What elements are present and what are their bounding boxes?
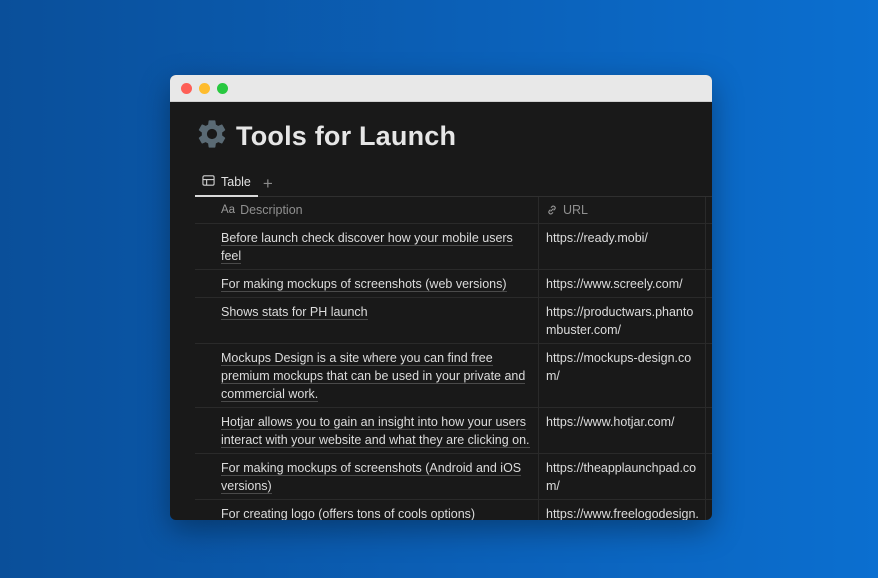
description-cell[interactable]: Hotjar allows you to gain an insight int… bbox=[195, 407, 539, 454]
window-titlebar bbox=[170, 75, 712, 102]
url-cell[interactable]: https://theapplaunchpad.com/ bbox=[538, 453, 706, 500]
url-cell[interactable]: https://ready.mobi/ bbox=[538, 223, 706, 270]
url-cell[interactable]: https://mockups-design.com/ bbox=[538, 343, 706, 408]
url-link[interactable]: https://www.screely.com/ bbox=[546, 277, 683, 291]
description-cell[interactable]: For creating logo (offers tons of cools … bbox=[195, 499, 539, 520]
column-header-url-label: URL bbox=[563, 203, 589, 217]
view-tabs: Table + bbox=[195, 170, 712, 197]
description-cell[interactable]: For making mockups of screenshots (Andro… bbox=[195, 453, 539, 500]
description-text: For making mockups of screenshots (Andro… bbox=[221, 461, 522, 494]
page-header: Tools for Launch bbox=[195, 102, 712, 170]
minimize-window-button[interactable] bbox=[199, 82, 210, 94]
description-cell[interactable]: Mockups Design is a site where you can f… bbox=[195, 343, 539, 408]
page-title: Tools for Launch bbox=[236, 120, 457, 151]
table-row[interactable]: Hotjar allows you to gain an insight int… bbox=[195, 407, 712, 454]
table-row[interactable]: Shows stats for PH launch https://produc… bbox=[195, 297, 712, 344]
extra-cell bbox=[705, 269, 712, 298]
maximize-window-button[interactable] bbox=[217, 82, 228, 94]
extra-cell bbox=[705, 297, 712, 344]
description-cell[interactable]: Before launch check discover how your mo… bbox=[195, 223, 539, 270]
url-link[interactable]: https://productwars.phantombuster.com/ bbox=[546, 305, 693, 337]
description-text: Before launch check discover how your mo… bbox=[221, 231, 513, 264]
link-icon bbox=[546, 204, 558, 216]
description-text: For making mockups of screenshots (web v… bbox=[221, 277, 507, 292]
text-type-icon: Aa bbox=[221, 204, 236, 216]
gear-icon[interactable] bbox=[195, 117, 236, 156]
description-text: Shows stats for PH launch bbox=[221, 305, 368, 320]
url-link[interactable]: https://www.hotjar.com/ bbox=[546, 415, 675, 429]
app-window: Tools for Launch Table + Aa Description bbox=[170, 75, 712, 520]
url-link[interactable]: https://theapplaunchpad.com/ bbox=[546, 461, 696, 493]
url-cell[interactable]: https://www.hotjar.com/ bbox=[538, 407, 706, 454]
add-view-button[interactable]: + bbox=[263, 175, 273, 192]
column-header-description[interactable]: Aa Description bbox=[195, 197, 539, 224]
url-cell[interactable]: https://www.freelogodesign.org/ bbox=[538, 499, 706, 520]
description-cell[interactable]: For making mockups of screenshots (web v… bbox=[195, 269, 539, 298]
extra-cell bbox=[705, 407, 712, 454]
table-header-row: Aa Description URL bbox=[195, 197, 712, 224]
url-link[interactable]: https://mockups-design.com/ bbox=[546, 351, 691, 383]
column-header-description-label: Description bbox=[240, 203, 303, 217]
extra-cell bbox=[705, 223, 712, 270]
url-link[interactable]: https://www.freelogodesign.org/ bbox=[546, 507, 699, 520]
table-row[interactable]: For making mockups of screenshots (web v… bbox=[195, 269, 712, 298]
extra-cell bbox=[705, 499, 712, 520]
table-row[interactable]: Before launch check discover how your mo… bbox=[195, 223, 712, 270]
url-cell[interactable]: https://www.screely.com/ bbox=[538, 269, 706, 298]
description-text: For creating logo (offers tons of cools … bbox=[221, 507, 476, 520]
description-cell[interactable]: Shows stats for PH launch bbox=[195, 297, 539, 344]
page-content: Tools for Launch Table + Aa Description bbox=[170, 102, 712, 520]
column-header-more bbox=[705, 197, 712, 224]
description-text: Mockups Design is a site where you can f… bbox=[221, 351, 526, 402]
url-link[interactable]: https://ready.mobi/ bbox=[546, 231, 648, 245]
table-row[interactable]: For making mockups of screenshots (Andro… bbox=[195, 453, 712, 500]
close-window-button[interactable] bbox=[181, 82, 192, 94]
tab-table[interactable]: Table bbox=[195, 170, 258, 197]
tab-table-label: Table bbox=[221, 175, 251, 189]
data-table: Aa Description URL Before launch check d… bbox=[195, 197, 712, 520]
description-text: Hotjar allows you to gain an insight int… bbox=[221, 415, 530, 448]
table-icon bbox=[202, 174, 215, 190]
table-row[interactable]: For creating logo (offers tons of cools … bbox=[195, 499, 712, 520]
url-cell[interactable]: https://productwars.phantombuster.com/ bbox=[538, 297, 706, 344]
table-row[interactable]: Mockups Design is a site where you can f… bbox=[195, 343, 712, 408]
extra-cell bbox=[705, 453, 712, 500]
extra-cell bbox=[705, 343, 712, 408]
column-header-url[interactable]: URL bbox=[538, 197, 706, 224]
